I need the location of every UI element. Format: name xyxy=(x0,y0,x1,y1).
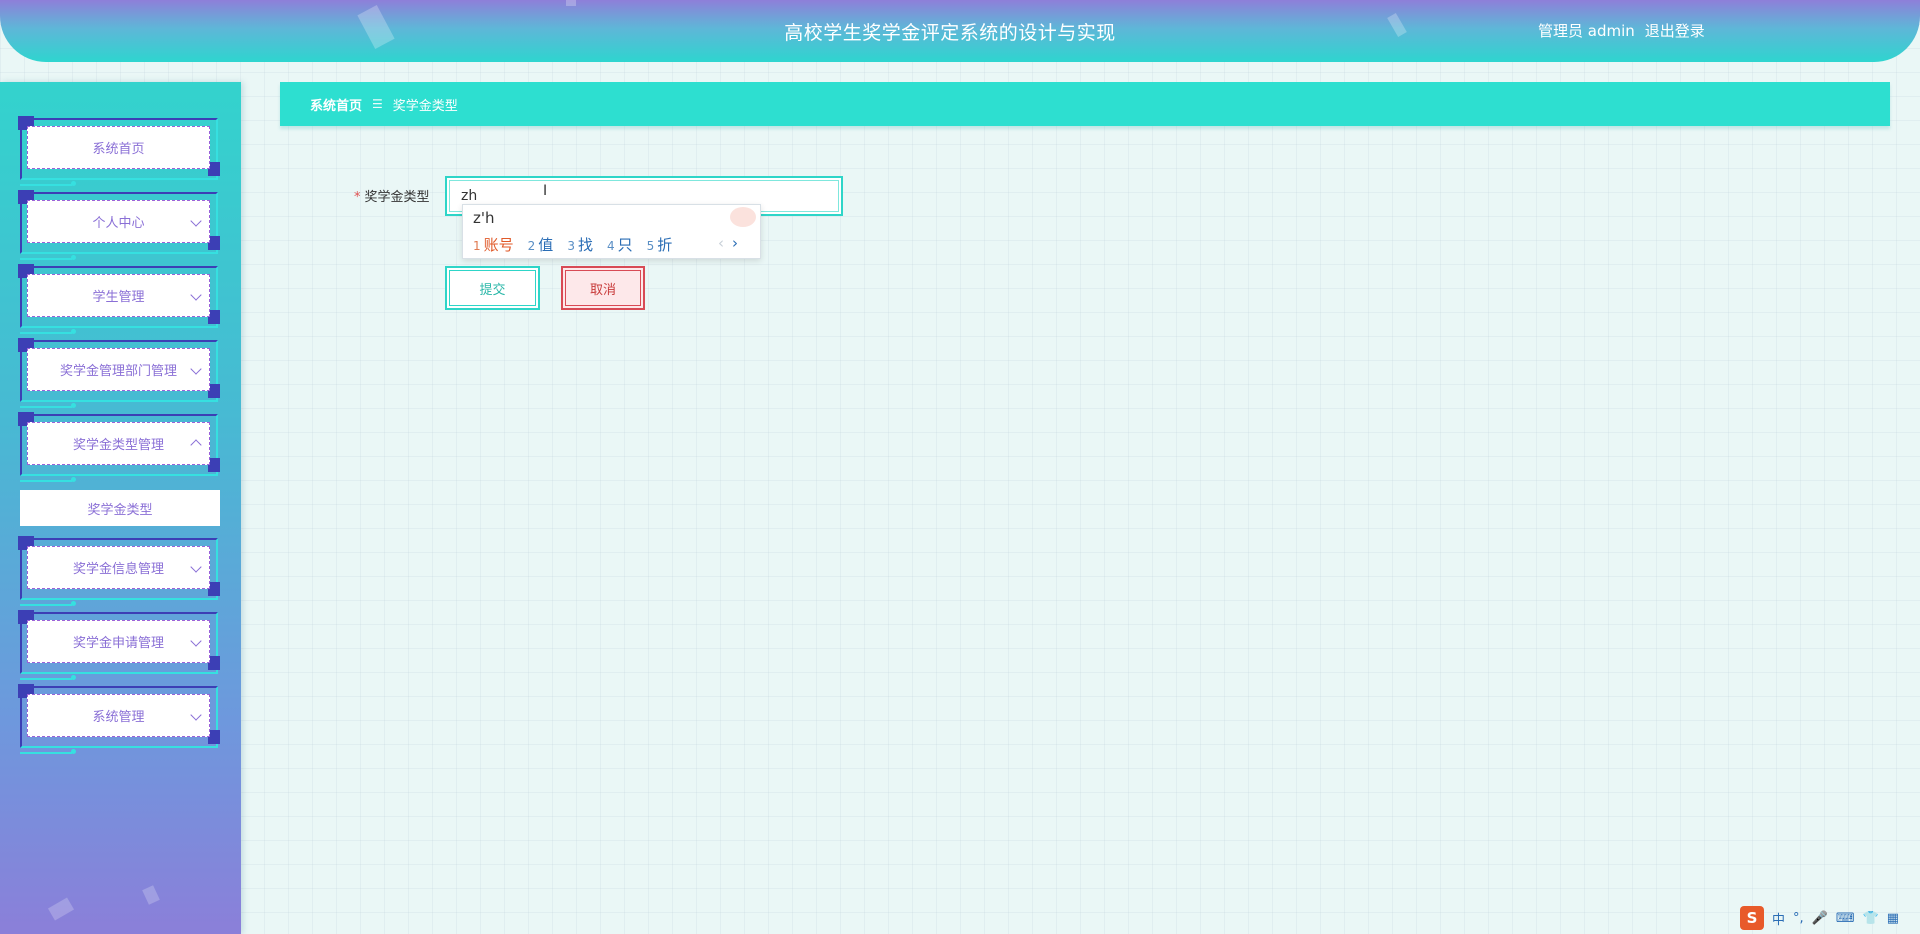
ime-mode-toggle[interactable]: 中 xyxy=(1772,909,1785,928)
sidebar-item-label: 奖学金申请管理 xyxy=(27,620,210,663)
sidebar-decoration xyxy=(142,885,160,905)
ime-prev-page-icon[interactable]: ‹ xyxy=(718,234,724,252)
menu-tail xyxy=(20,749,76,754)
candidate-number: 5 xyxy=(646,239,655,253)
punctuation-toggle-icon[interactable]: °, xyxy=(1793,911,1804,926)
ime-logo-icon xyxy=(730,207,756,227)
scholarship-type-label-text: 奖学金类型 xyxy=(364,190,430,205)
sidebar-item-label: 奖学金信息管理 xyxy=(27,546,210,589)
sidebar-item-info-management[interactable]: 奖学金信息管理 xyxy=(18,536,220,606)
cancel-button[interactable]: 取消 xyxy=(561,266,645,310)
sidebar-item-student-management[interactable]: 学生管理 xyxy=(18,264,220,334)
candidate-number: 1 xyxy=(473,239,481,253)
ime-status-bar: S 中 °, 🎤 ⌨ 👕 ▦ xyxy=(1740,906,1916,930)
breadcrumb: 系统首页 ☰ 奖学金类型 xyxy=(280,82,1890,126)
user-area: 管理员 admin 退出登录 xyxy=(1538,20,1705,41)
ime-candidate[interactable]: 2值 xyxy=(528,234,554,255)
candidate-text: 折 xyxy=(657,236,673,254)
candidate-text: 只 xyxy=(617,236,633,254)
sidebar-item-label: 系统管理 xyxy=(27,694,210,737)
ime-composition: z'h xyxy=(473,209,495,227)
menu-tail xyxy=(20,181,76,186)
toolbox-icon[interactable]: ▦ xyxy=(1887,911,1899,926)
chevron-down-icon xyxy=(190,561,202,574)
sidebar-item-system-management[interactable]: 系统管理 xyxy=(18,684,220,754)
current-user-label: 管理员 admin xyxy=(1538,22,1635,40)
keyboard-icon[interactable]: ⌨ xyxy=(1836,911,1855,926)
ime-candidate-popup: z'h 1 账号 2值 3找 4只 5折 ‹ › xyxy=(462,204,761,259)
chevron-down-icon xyxy=(190,289,202,302)
menu-tail xyxy=(20,675,76,680)
sidebar-item-label: 奖学金类型管理 xyxy=(27,422,210,465)
skin-icon[interactable]: 👕 xyxy=(1863,911,1879,926)
ime-candidate[interactable]: 1 账号 xyxy=(473,234,514,255)
breadcrumb-current: 奖学金类型 xyxy=(392,98,458,114)
microphone-icon[interactable]: 🎤 xyxy=(1812,911,1828,926)
candidate-text: 值 xyxy=(538,236,554,254)
candidate-number: 4 xyxy=(606,239,615,253)
header-decoration xyxy=(566,0,576,6)
sidebar-item-application-management[interactable]: 奖学金申请管理 xyxy=(18,610,220,680)
ime-candidate-list: 1 账号 2值 3找 4只 5折 xyxy=(473,234,672,255)
text-cursor-icon: I xyxy=(543,183,548,199)
logout-link[interactable]: 退出登录 xyxy=(1645,20,1705,41)
sidebar-item-type-management[interactable]: 奖学金类型管理 xyxy=(18,412,220,482)
candidate-text: 账号 xyxy=(483,236,514,254)
ime-page-nav: ‹ › xyxy=(718,234,738,252)
sidebar-item-personal-center[interactable]: 个人中心 xyxy=(18,190,220,260)
candidate-number: 3 xyxy=(567,239,575,253)
menu-tail xyxy=(20,601,76,606)
ime-next-page-icon[interactable]: › xyxy=(732,234,738,252)
sidebar-decoration xyxy=(47,897,75,921)
menu-tail xyxy=(20,255,76,260)
ime-candidate[interactable]: 3找 xyxy=(567,234,593,255)
top-header: 高校学生奖学金评定系统的设计与实现 管理员 admin 退出登录 xyxy=(0,0,1920,62)
required-mark: * xyxy=(354,190,361,205)
candidate-text: 找 xyxy=(577,236,593,254)
submit-button[interactable]: 提交 xyxy=(445,266,540,310)
menu-tail xyxy=(20,329,76,334)
menu-tail xyxy=(20,477,76,482)
candidate-number: 2 xyxy=(527,239,536,253)
ime-candidate[interactable]: 5折 xyxy=(647,234,673,255)
chevron-up-icon xyxy=(190,437,202,452)
sidebar-item-department-management[interactable]: 奖学金管理部门管理 xyxy=(18,338,220,408)
scholarship-type-label: * 奖学金类型 xyxy=(354,186,430,205)
sidebar-item-label: 奖学金管理部门管理 xyxy=(27,348,210,391)
chevron-down-icon xyxy=(190,363,202,376)
chevron-down-icon xyxy=(190,215,202,228)
breadcrumb-home-link[interactable]: 系统首页 xyxy=(310,95,362,114)
ime-candidate[interactable]: 4只 xyxy=(607,234,633,255)
sidebar-item-label: 系统首页 xyxy=(27,126,210,169)
chevron-down-icon xyxy=(190,709,202,722)
menu-tail xyxy=(20,403,76,408)
sidebar-item-home[interactable]: 系统首页 xyxy=(18,116,220,186)
sogou-logo-icon[interactable]: S xyxy=(1740,906,1764,930)
sidebar-subitem-scholarship-type[interactable]: 奖学金类型 xyxy=(20,490,220,526)
sidebar-item-label: 学生管理 xyxy=(27,274,210,317)
breadcrumb-separator-icon: ☰ xyxy=(372,97,383,111)
chevron-down-icon xyxy=(190,635,202,648)
sidebar-item-label: 个人中心 xyxy=(27,200,210,243)
